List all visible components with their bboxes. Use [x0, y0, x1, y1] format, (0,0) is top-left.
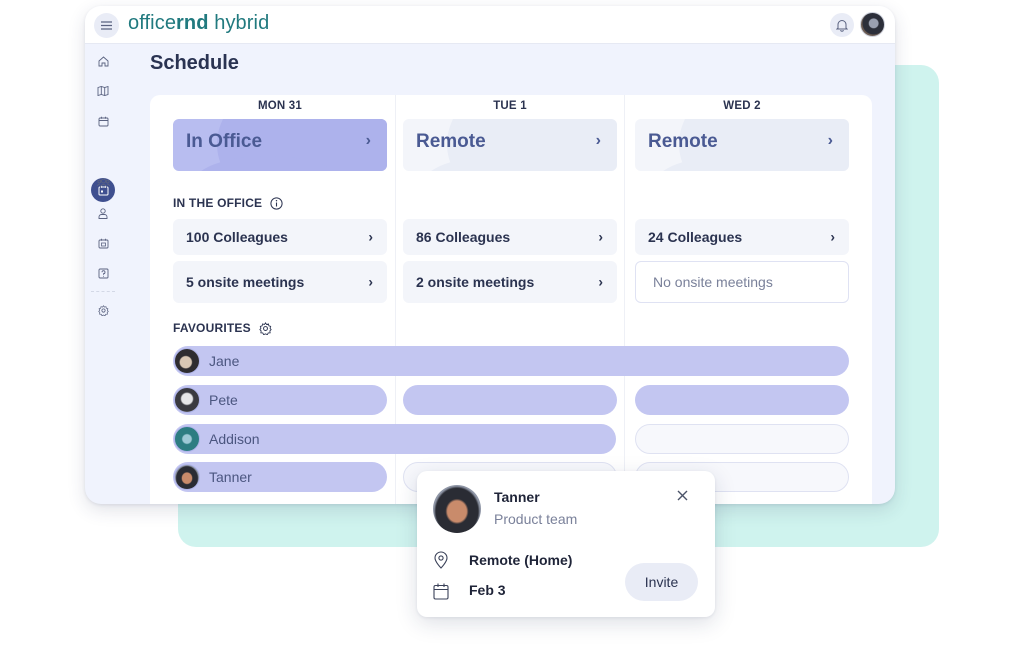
status-card-mon[interactable]: In Office ›	[173, 119, 387, 171]
favourite-row-pete[interactable]: Pete	[173, 385, 387, 415]
close-icon	[677, 490, 687, 500]
favourite-row-addison[interactable]: Addison	[173, 424, 616, 454]
day-header-mon: MON 31	[257, 100, 303, 112]
avatar	[433, 485, 481, 533]
status-label: In Office	[186, 131, 263, 152]
sidebar-item-bookings[interactable]	[95, 235, 111, 251]
sidebar-item-calendar[interactable]	[95, 113, 111, 129]
chevron-right-icon: ›	[368, 273, 373, 290]
schedule-board: MON 31 TUE 1 WED 2 In Office › Remote › …	[150, 95, 872, 504]
favourite-row-tanner[interactable]: Tanner	[173, 462, 387, 492]
help-icon	[98, 268, 108, 278]
meetings-card-tue[interactable]: 2 onsite meetings ›	[403, 261, 617, 303]
popup-location: Remote (Home)	[469, 552, 573, 568]
meetings-card-mon[interactable]: 5 onsite meetings ›	[173, 261, 387, 303]
avatar	[174, 426, 200, 452]
chevron-right-icon: ›	[598, 273, 603, 290]
chevron-right-icon: ›	[365, 132, 371, 149]
calendar-icon	[433, 583, 449, 600]
date-row-icon	[431, 581, 451, 601]
menu-button[interactable]	[94, 13, 119, 38]
favourite-row-jane[interactable]: Jane	[173, 346, 849, 376]
avatar	[174, 464, 200, 490]
person-icon	[98, 207, 108, 219]
map-icon	[97, 86, 109, 96]
sidebar-item-help[interactable]	[95, 265, 111, 281]
app-window: officernd hybrid Schedule MON 31 TUE 1 W…	[85, 6, 895, 504]
favourite-day-pill[interactable]	[635, 385, 849, 415]
day-header-wed: WED 2	[723, 100, 761, 112]
colleagues-card-tue[interactable]: 86 Colleagues ›	[403, 219, 617, 255]
invite-button[interactable]: Invite	[625, 563, 698, 601]
sidebar-divider	[91, 291, 115, 292]
sidebar-item-map[interactable]	[95, 83, 111, 99]
colleagues-card-wed[interactable]: 24 Colleagues ›	[635, 219, 849, 255]
favourite-day-pill[interactable]	[403, 385, 617, 415]
status-label: Remote	[416, 131, 486, 152]
favourites-section-label: FAVOURITES	[173, 321, 272, 335]
column-divider	[624, 95, 625, 504]
user-avatar[interactable]	[860, 12, 885, 37]
favourite-day-empty[interactable]	[635, 424, 849, 454]
status-card-tue[interactable]: Remote ›	[403, 119, 617, 171]
logo: officernd hybrid	[128, 12, 270, 34]
chevron-right-icon: ›	[368, 228, 373, 245]
close-button[interactable]	[673, 486, 691, 504]
sidebar	[85, 44, 121, 504]
day-header-tue: TUE 1	[493, 100, 527, 112]
calendar-check-icon	[98, 238, 108, 248]
avatar	[174, 387, 200, 413]
sidebar-item-team[interactable]	[95, 175, 111, 191]
status-label: Remote	[648, 131, 718, 152]
settings-icon	[97, 304, 109, 316]
settings-icon[interactable]	[259, 321, 272, 335]
home-icon	[98, 55, 108, 66]
sidebar-item-home[interactable]	[95, 53, 111, 69]
page-title: Schedule	[150, 52, 239, 74]
popup-name: Tanner	[494, 489, 540, 505]
top-bar: officernd hybrid	[85, 6, 895, 44]
status-card-wed[interactable]: Remote ›	[635, 119, 849, 171]
colleagues-card-mon[interactable]: 100 Colleagues ›	[173, 219, 387, 255]
sidebar-item-settings[interactable]	[95, 302, 111, 318]
avatar	[174, 348, 200, 374]
notifications-button[interactable]	[830, 13, 854, 37]
popup-team: Product team	[494, 511, 578, 527]
sidebar-item-profile[interactable]	[95, 205, 111, 221]
bell-icon	[836, 19, 848, 32]
in-office-section-label: IN THE OFFICE	[173, 196, 283, 210]
hamburger-icon	[101, 21, 112, 30]
colleague-popup: Tanner Product team Remote (Home) Feb 3 …	[417, 471, 715, 617]
chevron-right-icon: ›	[830, 228, 835, 245]
location-pin-icon	[434, 551, 448, 569]
team-icon	[96, 178, 110, 188]
chevron-right-icon: ›	[595, 132, 601, 149]
meetings-card-wed: No onsite meetings	[635, 261, 849, 303]
chevron-right-icon: ›	[598, 228, 603, 245]
chevron-right-icon: ›	[827, 132, 833, 149]
info-icon[interactable]	[270, 196, 283, 210]
calendar-icon	[98, 116, 108, 126]
popup-date: Feb 3	[469, 582, 506, 598]
location-row-icon	[431, 550, 451, 570]
